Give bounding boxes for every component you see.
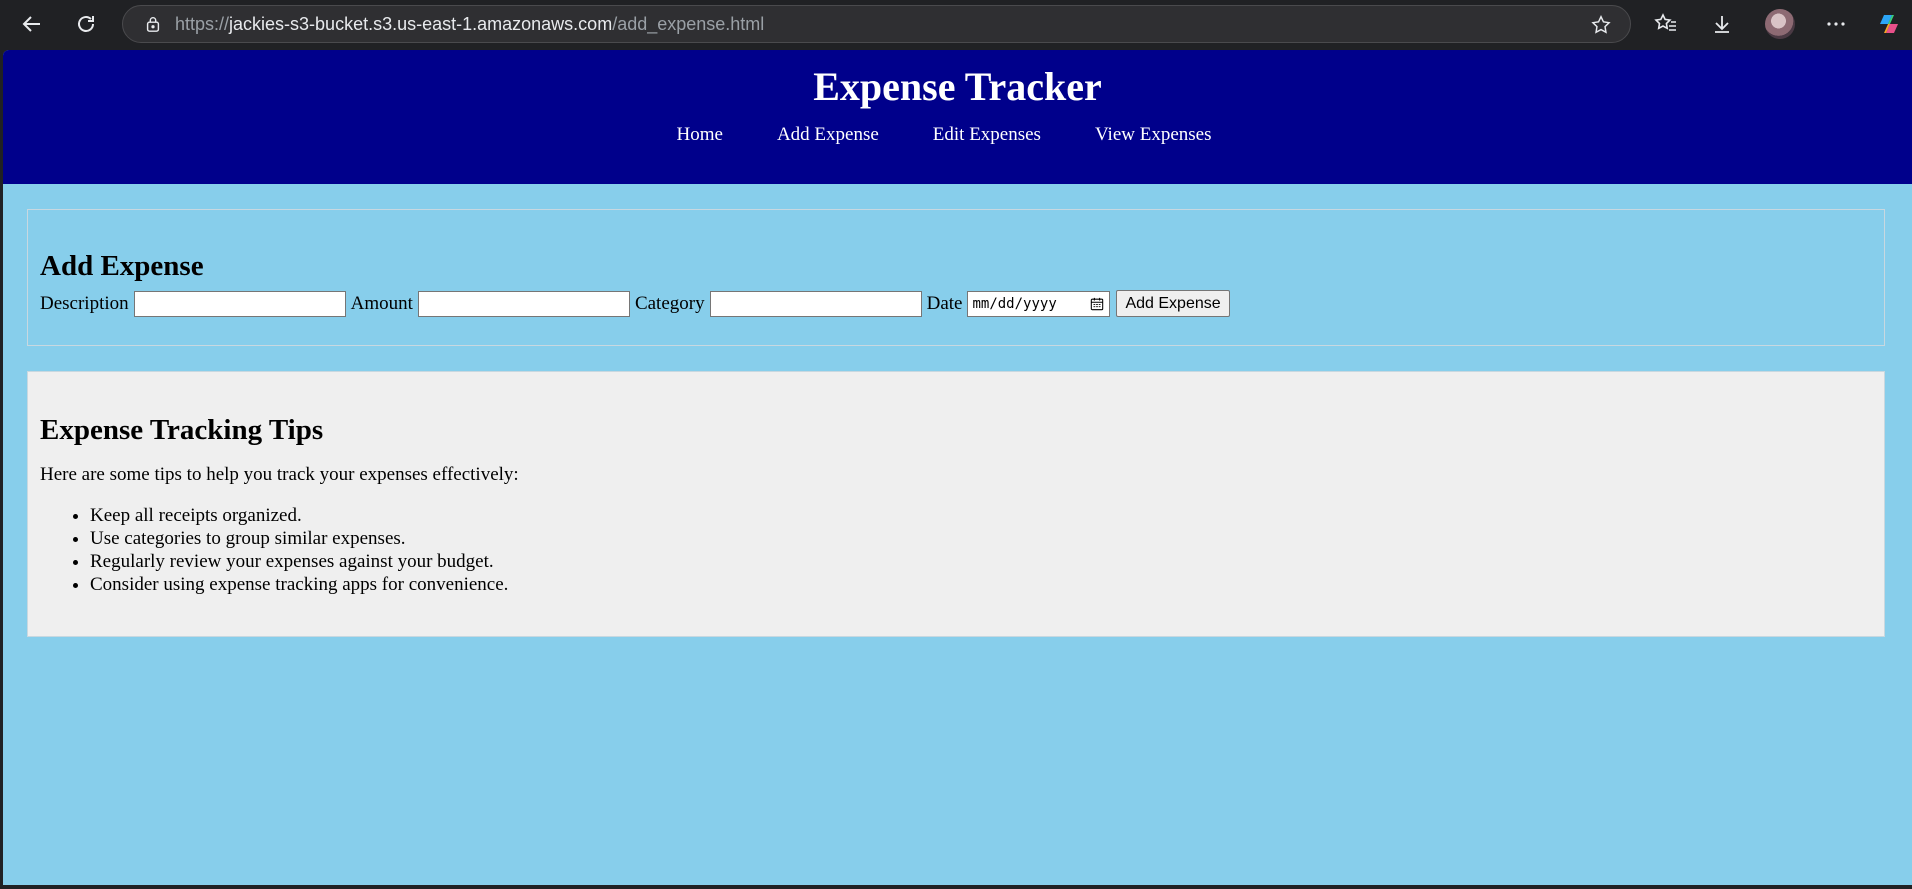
- url-path: /add_expense.html: [612, 13, 765, 34]
- list-item: Consider using expense tracking apps for…: [90, 573, 1872, 596]
- page-viewport: Expense Tracker Home Add Expense Edit Ex…: [3, 50, 1912, 885]
- date-label: Date: [926, 292, 963, 314]
- more-options-icon[interactable]: [1816, 4, 1856, 44]
- back-arrow-icon[interactable]: [12, 4, 52, 44]
- date-input[interactable]: mm/dd/yyyy: [967, 290, 1111, 317]
- site-nav: Home Add Expense Edit Expenses View Expe…: [3, 124, 1912, 146]
- lock-icon[interactable]: [143, 14, 163, 34]
- description-label: Description: [40, 292, 129, 314]
- nav-link-edit-expenses[interactable]: Edit Expenses: [933, 124, 1041, 146]
- calendar-icon[interactable]: [1089, 296, 1105, 312]
- nav-link-add-expense[interactable]: Add Expense: [777, 124, 879, 146]
- add-expense-heading: Add Expense: [40, 250, 204, 282]
- tips-section: Expense Tracking Tips Here are some tips…: [27, 371, 1885, 637]
- site-header: Expense Tracker Home Add Expense Edit Ex…: [3, 50, 1912, 184]
- category-label: Category: [634, 292, 705, 314]
- address-bar[interactable]: https://jackies-s3-bucket.s3.us-east-1.a…: [122, 5, 1631, 43]
- add-expense-form: Description Amount Category Date mm/dd/y…: [40, 290, 1872, 317]
- list-item: Keep all receipts organized.: [90, 504, 1872, 527]
- url-text: https://jackies-s3-bucket.s3.us-east-1.a…: [175, 14, 764, 35]
- reload-icon[interactable]: [66, 4, 106, 44]
- date-placeholder: mm/dd/yyyy: [972, 295, 1057, 312]
- avatar-icon: [1765, 9, 1795, 39]
- site-title: Expense Tracker: [813, 64, 1102, 109]
- add-expense-section: Add Expense Description Amount Category …: [27, 209, 1885, 346]
- tips-heading: Expense Tracking Tips: [40, 414, 324, 446]
- list-item: Use categories to group similar expenses…: [90, 527, 1872, 550]
- tips-intro: Here are some tips to help you track you…: [40, 464, 519, 485]
- nav-link-view-expenses[interactable]: View Expenses: [1095, 124, 1212, 146]
- description-input[interactable]: [133, 290, 346, 317]
- add-expense-button[interactable]: Add Expense: [1116, 290, 1230, 317]
- window-bottom-edge: [0, 885, 1912, 889]
- favorite-star-icon[interactable]: [1590, 14, 1612, 36]
- url-prefix: https://: [175, 13, 230, 34]
- category-input[interactable]: [709, 290, 922, 317]
- list-item: Regularly review your expenses against y…: [90, 550, 1872, 573]
- download-icon[interactable]: [1702, 4, 1742, 44]
- copilot-icon[interactable]: [1869, 4, 1909, 44]
- profile-avatar[interactable]: [1760, 4, 1800, 44]
- amount-input[interactable]: [417, 290, 630, 317]
- nav-link-home[interactable]: Home: [677, 124, 723, 146]
- tips-list: Keep all receipts organized. Use categor…: [40, 504, 1872, 596]
- amount-label: Amount: [350, 292, 413, 314]
- browser-toolbar: https://jackies-s3-bucket.s3.us-east-1.a…: [0, 0, 1912, 48]
- favorites-icon[interactable]: [1646, 4, 1686, 44]
- url-host: jackies-s3-bucket.s3.us-east-1.amazonaws…: [229, 13, 613, 34]
